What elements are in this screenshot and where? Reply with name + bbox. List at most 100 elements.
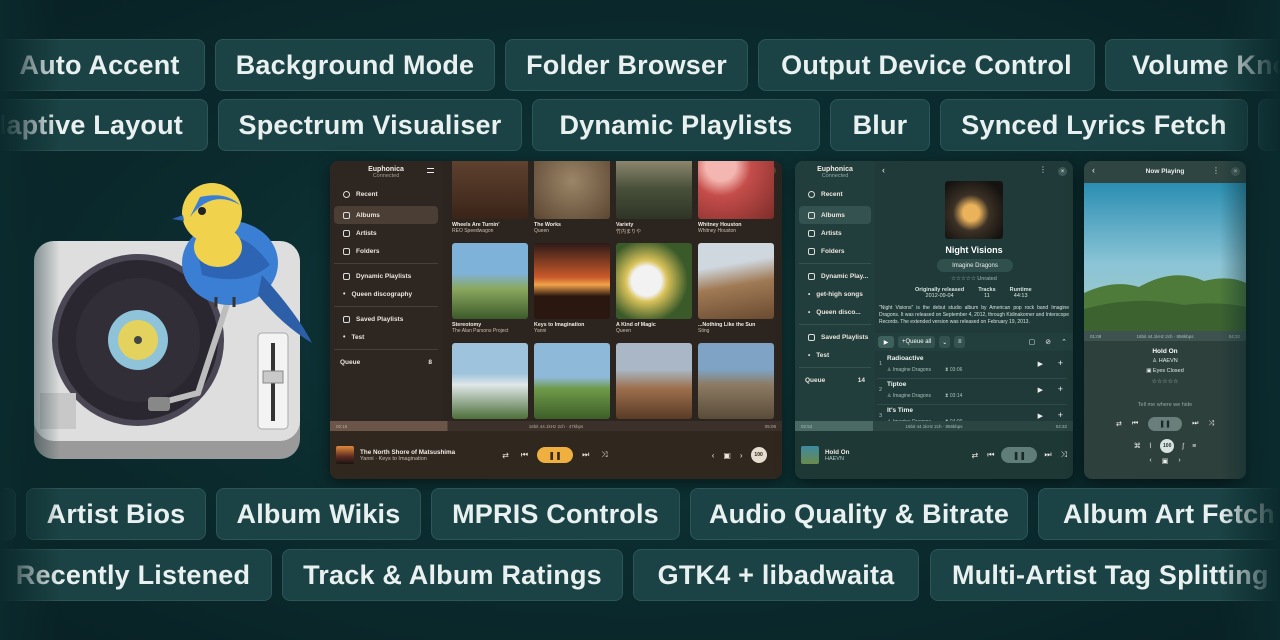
output-device-icon[interactable]: ▣ [723, 451, 731, 460]
sidebar-item-folders[interactable]: Folders [799, 242, 871, 260]
deselect-icon[interactable]: ⊘ [1045, 338, 1051, 346]
repeat-icon[interactable]: ⇄ [971, 451, 978, 460]
play-icon[interactable]: ▶ [1038, 360, 1043, 368]
add-icon[interactable]: + [1058, 410, 1063, 420]
shuffle-icon[interactable]: ⤨ [601, 450, 607, 460]
sidebar-header-saved[interactable]: Saved Playlists [799, 328, 871, 346]
sidebar-item-queen-discography[interactable]: • Queen discography [334, 285, 438, 303]
album-cover[interactable] [698, 243, 774, 319]
album-card[interactable]: Whitney Houston Whitney Houston [698, 161, 774, 243]
progress-bar[interactable]: 00:18 16bit 44.1kHz 2ch · 47kbps 05:08 [330, 421, 782, 431]
album-cover[interactable] [698, 343, 774, 419]
sidebar-queue[interactable]: Queue 14 [795, 371, 875, 390]
sidebar-item-artists[interactable]: Artists [799, 224, 871, 242]
sidebar-item-recent[interactable]: Recent [799, 185, 871, 203]
previous-icon[interactable]: ⏮ [987, 450, 994, 460]
album-card[interactable]: A Kind of Magic Queen [616, 243, 692, 343]
chevron-right-icon[interactable]: › [1178, 457, 1180, 465]
playback-controls: ⇄ ⏮ ❚❚ ⏭ ⤨ [1084, 417, 1246, 431]
sidebar-item-test[interactable]: • Test [334, 328, 438, 346]
visualiser-icon[interactable]: ⌘ [1134, 442, 1141, 450]
previous-icon[interactable]: ⏮ [1132, 420, 1138, 428]
window-album-grid: Euphonica Connected Recent Albums Artist… [330, 161, 782, 479]
album-card[interactable]: Wheels Are Turnin' REO Speedwagon [452, 161, 528, 243]
volume-knob[interactable]: 100 [750, 447, 767, 463]
back-icon[interactable]: ‹ [882, 165, 885, 175]
play-icon[interactable]: ▶ [1038, 412, 1043, 420]
crossfade-icon[interactable]: ⌇ [1149, 442, 1152, 450]
select-all-icon[interactable]: ▢ [1029, 338, 1036, 346]
now-playing-art[interactable] [336, 446, 354, 464]
pause-button[interactable]: ❚❚ [1001, 447, 1038, 463]
sidebar-item-queen-discography[interactable]: • Queen disco... [799, 303, 871, 321]
chevron-right-icon[interactable]: › [740, 451, 743, 460]
pause-button[interactable]: ❚❚ [1148, 417, 1183, 431]
sidebar-item-folders[interactable]: Folders [334, 242, 438, 260]
collapse-icon[interactable]: ⌃ [1061, 338, 1067, 346]
next-icon[interactable]: ⏭ [1044, 450, 1051, 460]
sidebar-queue[interactable]: Queue 8 [330, 353, 442, 372]
sidebar-item-albums[interactable]: Albums [334, 206, 438, 224]
sidebar-header-saved[interactable]: Saved Playlists [334, 310, 438, 328]
track-row[interactable]: 1 Radioactive ♙ Imagine Dragons ⧗ 03:06 ▶ + [877, 353, 1067, 379]
rating-stars[interactable]: ☆☆☆☆☆ [1084, 378, 1246, 385]
play-icon[interactable]: ▶ [1038, 386, 1043, 394]
track-row[interactable]: 2 Tiptoe ♙ Imagine Dragons ⧗ 03:14 ▶ + [877, 379, 1067, 405]
album-cover[interactable] [534, 243, 610, 319]
album-cover[interactable] [698, 161, 774, 219]
album-cover[interactable] [452, 243, 528, 319]
track-album[interactable]: ▣ Eyes Closed [1084, 368, 1246, 374]
album-cover[interactable] [452, 343, 528, 419]
album-card[interactable]: ...Nothing Like the Sun Sting [698, 243, 774, 343]
lyrics-icon[interactable]: ≡ [1192, 443, 1196, 450]
chevron-left-icon[interactable]: ‹ [712, 451, 715, 460]
album-card[interactable]: Stereotomy The Alan Parsons Project [452, 243, 528, 343]
track-artist[interactable]: ♙ HAEVN [1084, 358, 1246, 364]
sidebar-item-recent[interactable]: Recent [334, 185, 438, 203]
album-cover[interactable] [534, 343, 610, 419]
progress-bar[interactable]: 01:08 16bit 44.1kHz 2ch · 856kbps 04:32 [1084, 331, 1246, 341]
album-card[interactable]: The Works Queen [534, 161, 610, 243]
next-icon[interactable]: ⏭ [582, 450, 589, 460]
chevron-left-icon[interactable]: ‹ [1149, 457, 1151, 465]
add-icon[interactable]: + [1058, 384, 1063, 394]
album-cover[interactable] [616, 243, 692, 319]
album-card[interactable]: Variety 竹内まりや [616, 161, 692, 243]
next-icon[interactable]: ⏭ [1192, 420, 1198, 428]
sidebar-item-get-high-songs[interactable]: • get-high songs [799, 285, 871, 303]
close-icon[interactable]: × [1231, 167, 1240, 176]
sidebar-header-dynamic[interactable]: Dynamic Play... [799, 267, 871, 285]
album-cover[interactable] [534, 161, 610, 219]
now-playing-art[interactable] [801, 446, 819, 464]
track-title: Tiptoe [887, 381, 907, 388]
sidebar-item-test[interactable]: • Test [799, 346, 871, 364]
sidebar-header-dynamic[interactable]: Dynamic Playlists [334, 267, 438, 285]
volume-knob[interactable]: 100 [1160, 439, 1175, 453]
repeat-icon[interactable]: ⇄ [502, 451, 509, 460]
more-icon[interactable]: ⋮ [1039, 165, 1047, 174]
menu-icon[interactable] [427, 168, 434, 173]
rating-stars[interactable]: ☆☆☆☆☆ [951, 276, 977, 282]
album-cover[interactable] [452, 161, 528, 219]
queue-options-icon[interactable]: ⌄ [939, 336, 951, 348]
artist-chip[interactable]: Imagine Dragons [937, 259, 1013, 272]
repeat-icon[interactable]: ⇄ [1116, 420, 1122, 428]
previous-icon[interactable]: ⏮ [521, 450, 528, 460]
play-icon[interactable]: ▶ [878, 336, 894, 348]
close-icon[interactable]: × [1058, 167, 1067, 176]
add-to-playlist-icon[interactable]: ≡ [954, 336, 966, 348]
add-icon[interactable]: + [1058, 358, 1063, 368]
progress-bar[interactable]: 02:52 16bit 44.1kHz 2ch · 856kbps 04:32 [795, 421, 1073, 431]
queue-all-button[interactable]: + Queue all [898, 336, 936, 348]
album-card[interactable]: Keys to Imagination Yanni [534, 243, 610, 343]
more-icon[interactable]: ⋮ [1212, 166, 1220, 175]
replay-gain-icon[interactable]: ∫ [1182, 443, 1184, 450]
sidebar-item-artists[interactable]: Artists [334, 224, 438, 242]
sidebar-item-albums[interactable]: Albums [799, 206, 871, 224]
pause-button[interactable]: ❚❚ [537, 447, 574, 463]
album-cover[interactable] [616, 161, 692, 219]
album-cover[interactable] [616, 343, 692, 419]
shuffle-icon[interactable]: ⤨ [1208, 420, 1214, 428]
output-device-icon[interactable]: ▣ [1162, 457, 1169, 465]
shuffle-icon[interactable]: ⤨ [1061, 450, 1067, 460]
